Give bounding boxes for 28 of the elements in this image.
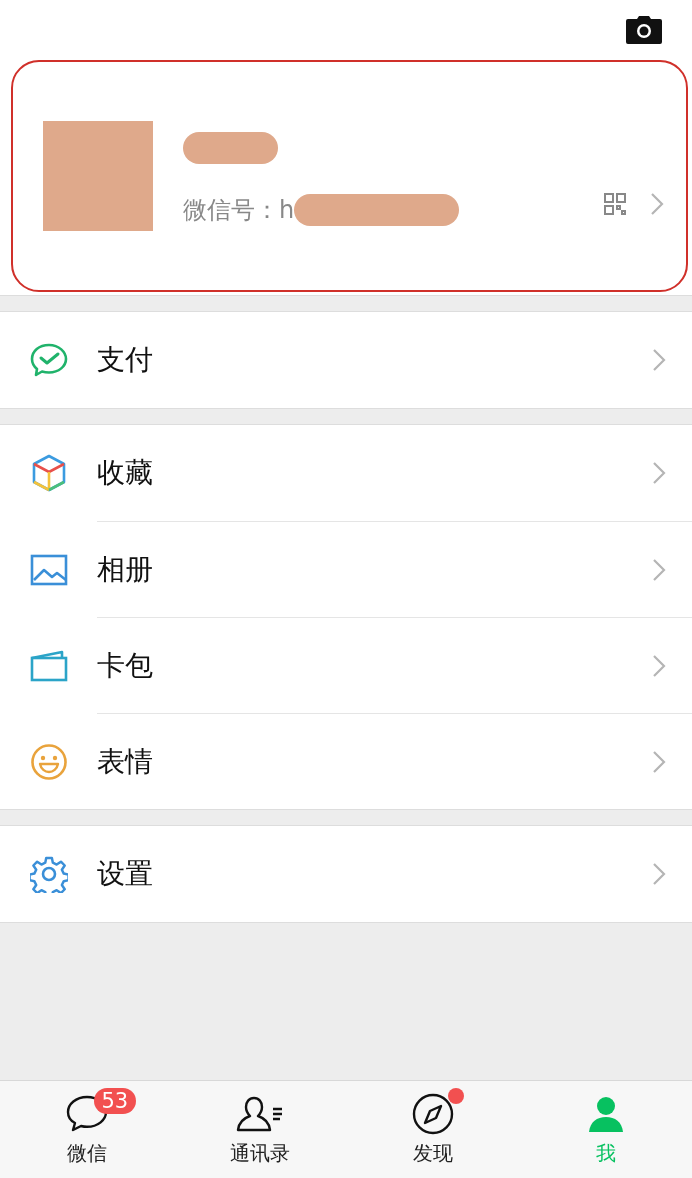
profile-card[interactable]: 微信号：h [11,60,688,292]
tab[interactable]: 通讯录 [173,1081,346,1178]
tab[interactable]: 53 微信 [0,1081,173,1178]
camera-icon[interactable] [626,16,662,44]
settings-icon [30,855,68,893]
smiley-icon [30,742,68,781]
wechat-id: 微信号：h [183,195,295,226]
menu-row[interactable]: 表情 [97,713,692,809]
menu-row[interactable]: 收藏 [0,425,692,521]
compass-icon [411,1093,454,1135]
chevron-icon [652,348,666,372]
chevron-icon [652,653,666,678]
picture-icon [30,553,68,586]
menu-row[interactable]: 设置 [0,826,692,922]
menu-row[interactable]: 卡包 [97,617,692,713]
unread-badge: 53 [93,1088,137,1114]
chevron-icon [652,749,666,774]
contacts-icon [235,1095,284,1133]
card-icon [30,649,68,682]
qr-code-icon[interactable] [604,193,626,215]
tab[interactable]: 发现 [346,1081,519,1178]
chevron-icon [652,557,666,582]
cube-icon [31,454,67,492]
menu-row[interactable]: 相册 [97,521,692,617]
chevron-icon [650,192,664,216]
chevron-icon [652,461,666,485]
chevron-icon [652,862,666,886]
menu-row[interactable]: 支付 [0,312,692,408]
